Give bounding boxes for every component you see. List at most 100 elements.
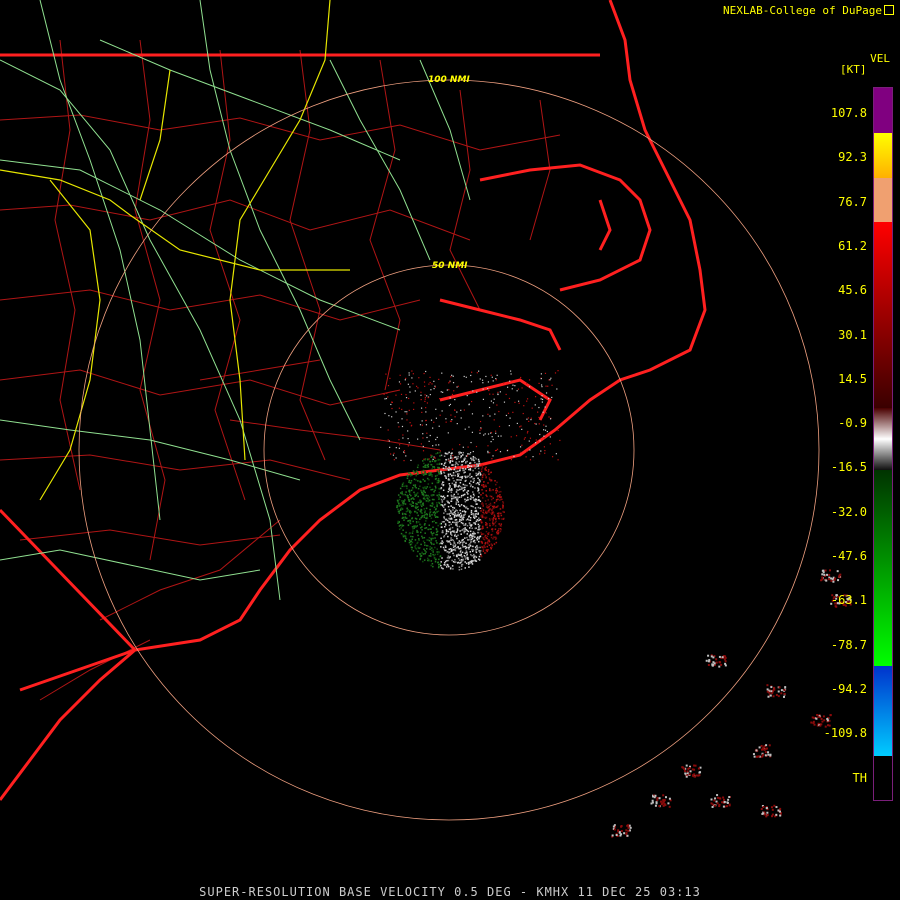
echo-pixel: [460, 560, 463, 563]
echo-pixel: [434, 557, 436, 559]
echo-pixel: [455, 481, 457, 484]
echo-pixel: [477, 462, 480, 465]
colorbar-tick-label: 30.1: [838, 327, 867, 342]
echo-pixel: [470, 553, 472, 556]
echo-pixel: [404, 411, 406, 413]
echo-pixel: [444, 475, 446, 477]
echo-pixel: [438, 487, 440, 490]
echo-pixel: [464, 462, 467, 464]
echo-pixel: [429, 508, 431, 511]
echo-pixel: [486, 511, 489, 513]
echo-pixel: [476, 519, 479, 521]
echo-pixel: [477, 540, 480, 543]
echo-pixel: [399, 374, 401, 376]
echo-pixel: [495, 488, 498, 490]
echo-pixel: [453, 554, 455, 557]
echo-pixel: [476, 531, 479, 534]
echo-pixel: [490, 536, 493, 539]
echo-pixel: [453, 468, 455, 471]
echo-pixel: [471, 537, 474, 540]
echo-pixel: [406, 413, 408, 415]
echo-pixel: [710, 655, 713, 658]
echo-pixel: [715, 800, 718, 803]
echo-pixel: [755, 749, 758, 752]
echo-pixel: [442, 481, 444, 483]
echo-pixel: [454, 533, 456, 536]
echo-pixel: [383, 393, 385, 395]
echo-pixel: [479, 480, 482, 482]
echo-pixel: [497, 532, 500, 534]
echo-pixel: [405, 531, 407, 534]
echo-pixel: [432, 526, 434, 529]
echo-pixel: [406, 419, 408, 421]
echo-pixel: [718, 803, 721, 806]
echo-pixel: [683, 770, 686, 773]
echo-pixel: [452, 544, 455, 546]
echo-pixel: [494, 521, 497, 524]
echo-pixel: [423, 462, 425, 465]
echo-pixel: [456, 422, 458, 425]
echo-pixel: [839, 573, 842, 576]
echo-pixel: [436, 474, 439, 477]
echo-pixel: [545, 385, 547, 387]
echo-pixel: [491, 544, 493, 547]
echo-pixel: [451, 457, 453, 459]
echo-pixel: [472, 505, 474, 508]
echo-pixel: [414, 539, 417, 541]
echo-pixel: [398, 528, 401, 531]
echo-pixel: [445, 566, 448, 568]
echo-pixel: [443, 517, 446, 520]
echo-pixel: [407, 445, 409, 447]
echo-pixel: [510, 380, 512, 382]
echo-pixel: [412, 373, 414, 375]
echo-pixel: [710, 798, 713, 801]
echo-pixel: [684, 772, 687, 775]
echo-pixel: [408, 489, 411, 492]
echo-pixel: [399, 492, 402, 494]
echo-pixel: [500, 490, 502, 493]
echo-pixel: [422, 553, 425, 555]
echo-pixel: [775, 806, 778, 809]
echo-pixel: [491, 376, 493, 378]
echo-pixel: [457, 489, 460, 491]
echo-pixel: [497, 530, 499, 532]
echo-pixel: [451, 526, 454, 529]
echo-pixel: [399, 487, 402, 490]
echo-pixel: [471, 554, 473, 557]
echo-pixel: [487, 450, 489, 452]
echo-pixel: [449, 485, 451, 487]
echo-pixel: [461, 551, 464, 554]
echo-pixel: [769, 694, 772, 697]
echo-pixel: [472, 493, 475, 496]
echo-pixel: [488, 511, 490, 513]
echo-pixel: [488, 523, 491, 525]
echo-pixel: [715, 658, 718, 661]
echo-pixel: [421, 411, 423, 413]
echo-pixel: [443, 471, 445, 474]
echo-pixel: [458, 540, 461, 542]
echo-pixel: [471, 560, 474, 562]
echo-pixel: [475, 472, 477, 475]
echo-pixel: [445, 421, 447, 423]
echo-pixel: [491, 505, 494, 508]
echo-pixel: [405, 510, 408, 513]
echo-pixel: [467, 446, 469, 448]
echo-pixel: [775, 693, 778, 696]
echo-pixel: [547, 385, 549, 387]
external-link-icon[interactable]: [884, 5, 894, 15]
echo-pixel: [472, 457, 475, 460]
echo-pixel: [472, 481, 475, 483]
echo-pixel: [459, 520, 461, 522]
echo-pixel: [773, 686, 776, 689]
echo-pixel: [454, 474, 457, 477]
echo-pixel: [448, 483, 451, 485]
echo-pixel: [821, 576, 824, 579]
echo-pixel: [447, 475, 450, 477]
echo-pixel: [474, 536, 476, 538]
echo-pixel: [428, 536, 431, 539]
echo-pixel: [537, 411, 539, 413]
echo-pixel: [478, 483, 480, 486]
echo-pixel: [451, 448, 454, 450]
echo-pixel: [523, 405, 525, 407]
echo-pixel: [482, 509, 485, 511]
